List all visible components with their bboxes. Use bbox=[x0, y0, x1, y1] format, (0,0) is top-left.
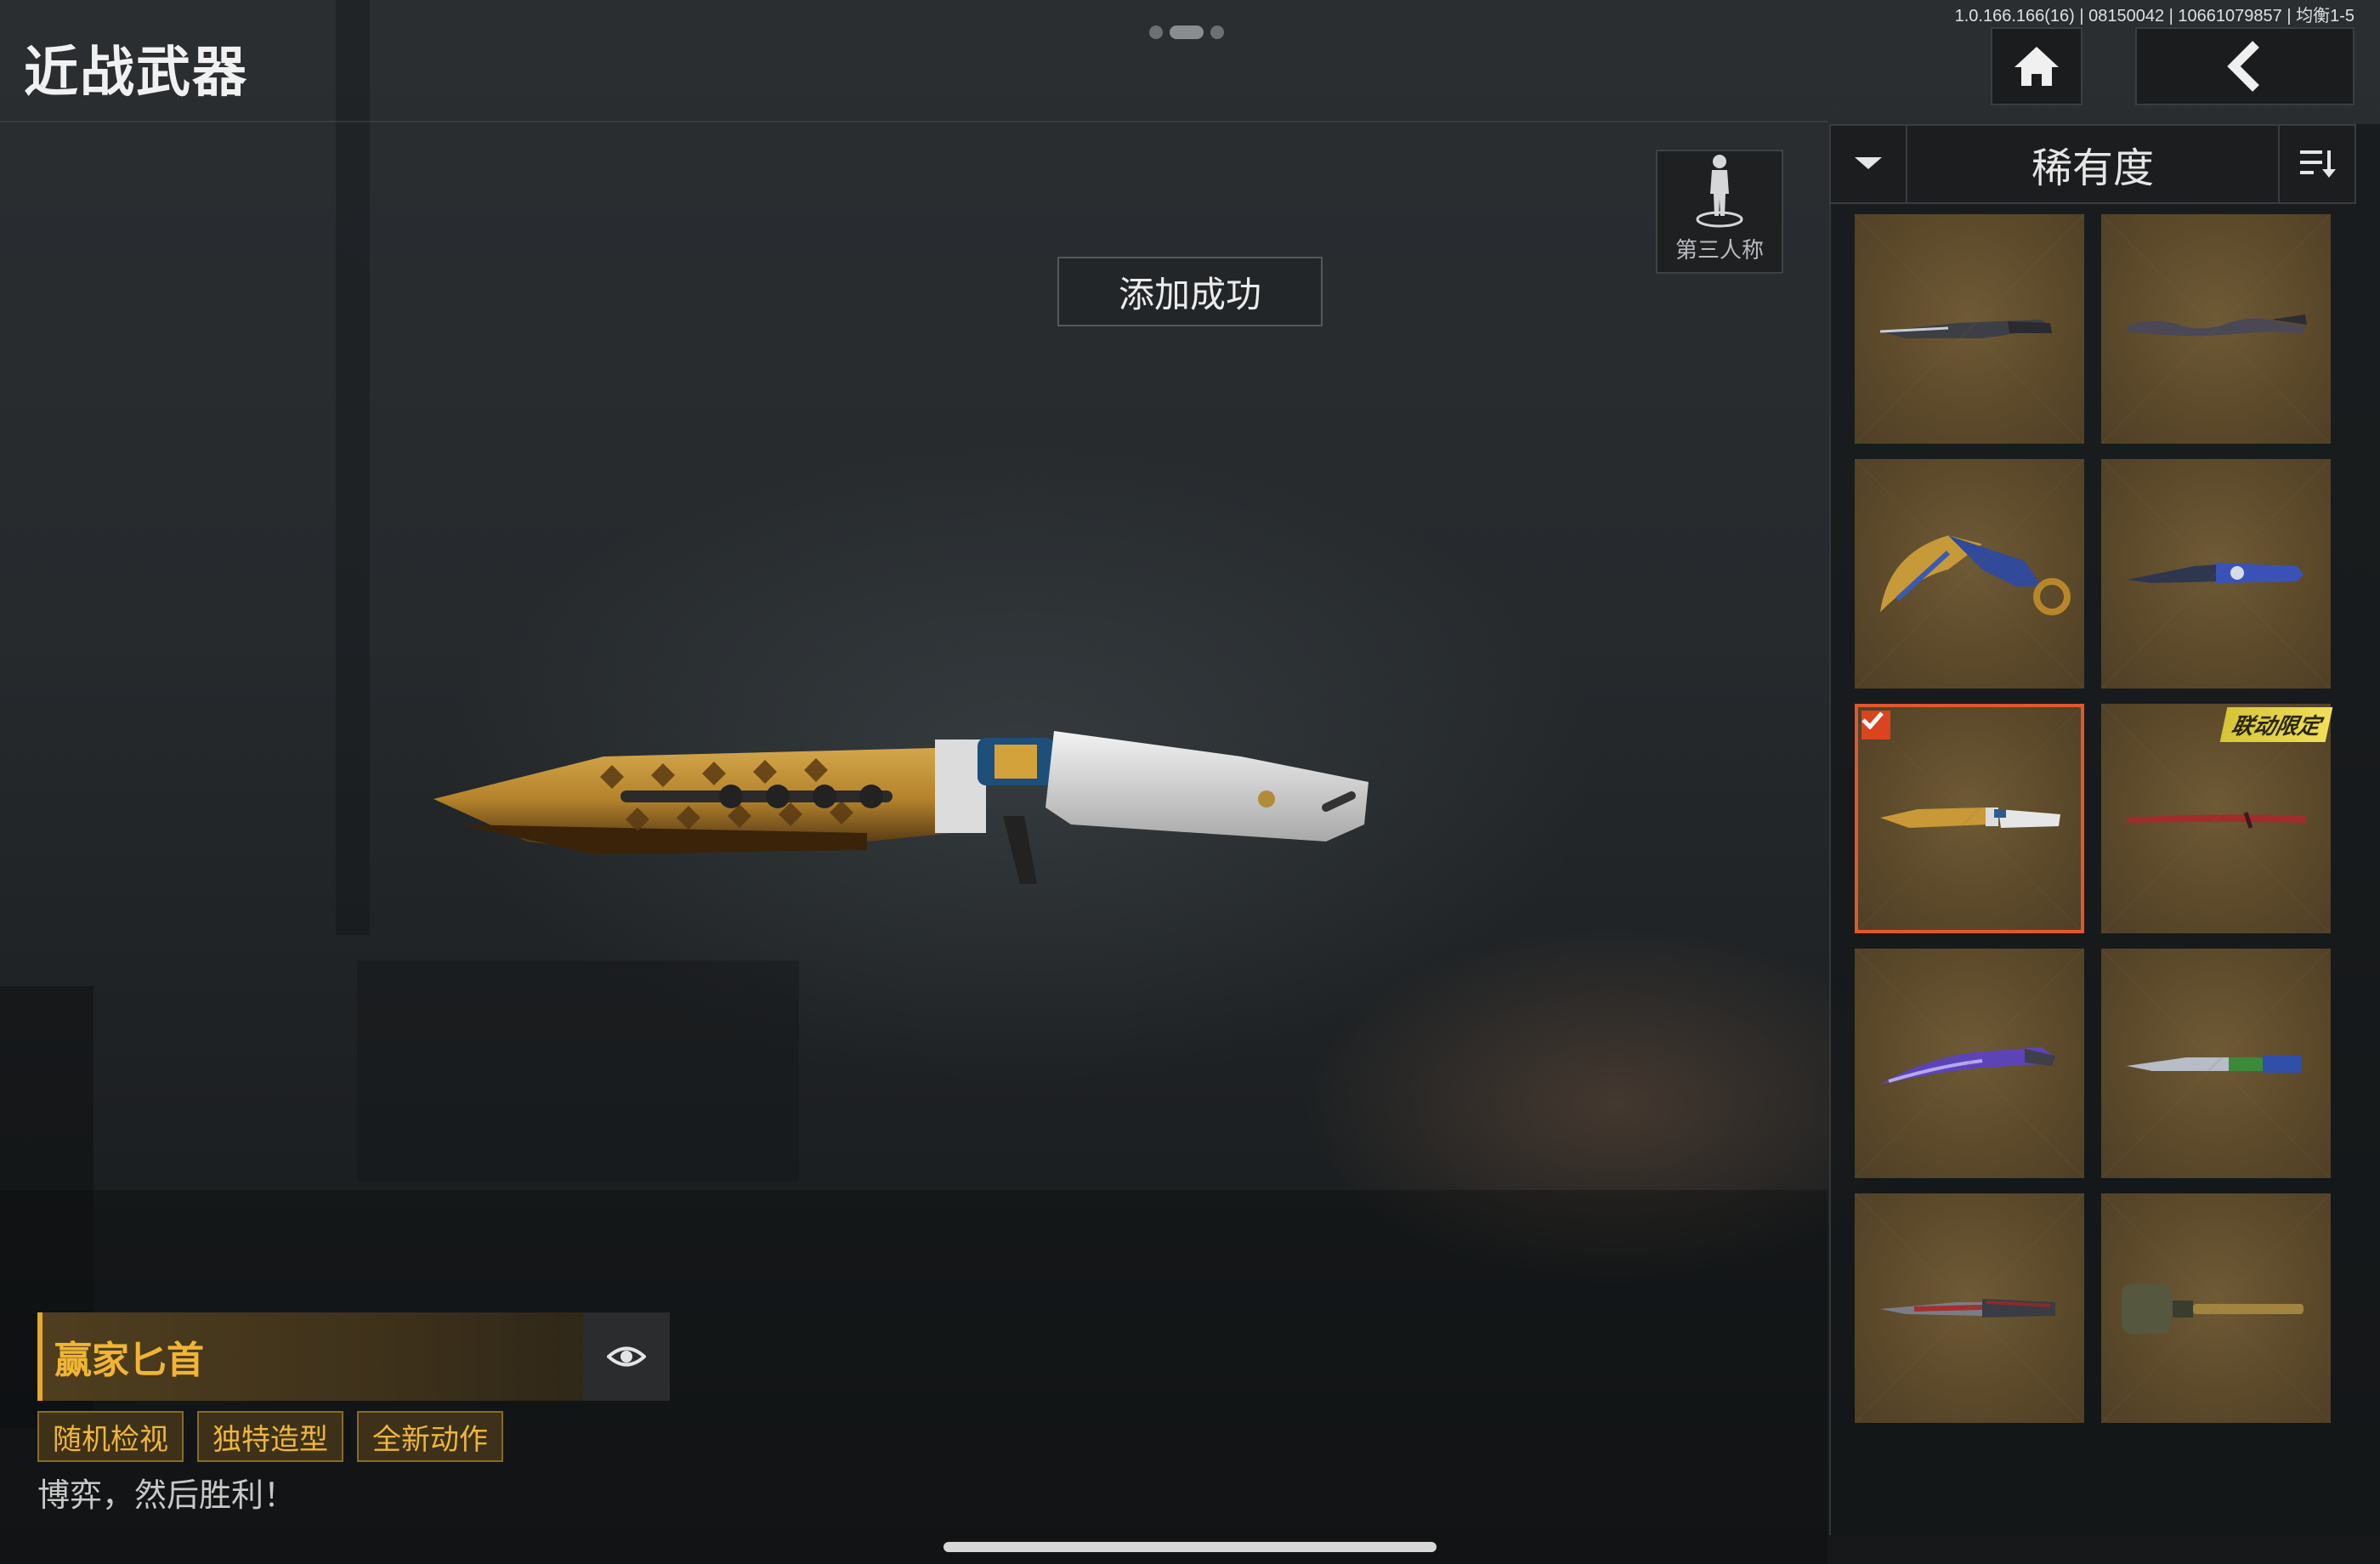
feature-tag: 独特造型 bbox=[197, 1411, 343, 1462]
scene-silhouette-pole bbox=[336, 0, 370, 935]
purple-curved-blade-icon bbox=[1880, 1047, 2055, 1085]
sort-dropdown-button[interactable] bbox=[1831, 126, 1907, 202]
weapon-slot-8[interactable] bbox=[2101, 949, 2331, 1178]
weapon-slot-1[interactable] bbox=[1855, 214, 2084, 444]
home-icon bbox=[2014, 47, 2059, 86]
blue-tactical-knife-icon bbox=[2127, 563, 2304, 583]
third-person-label: 第三人称 bbox=[1674, 238, 1764, 264]
weapon-slot-6[interactable]: 联动限定 bbox=[2101, 704, 2333, 933]
back-button[interactable] bbox=[2135, 27, 2354, 105]
red-bayonet-icon bbox=[1880, 1299, 2055, 1318]
shovel-icon bbox=[2122, 1284, 2304, 1334]
header-divider bbox=[0, 121, 1828, 122]
sort-order-button[interactable] bbox=[2278, 126, 2354, 202]
weapon-slot-5[interactable] bbox=[1855, 704, 2084, 933]
sort-label[interactable]: 稀有度 bbox=[1907, 134, 2278, 194]
eye-icon bbox=[607, 1346, 646, 1367]
featured-weapon-gold-dagger bbox=[434, 731, 1368, 884]
home-indicator-bar[interactable] bbox=[944, 1542, 1436, 1552]
selected-check-icon bbox=[1862, 711, 1890, 740]
scene-silhouette-crate bbox=[357, 960, 799, 1182]
third-person-toggle[interactable]: 第三人称 bbox=[1656, 150, 1783, 274]
sort-bar: 稀有度 bbox=[1829, 124, 2356, 204]
third-person-icon bbox=[1696, 155, 1743, 228]
weapon-slot-4[interactable] bbox=[2101, 459, 2331, 688]
preview-button[interactable] bbox=[583, 1312, 670, 1401]
weapon-slot-2[interactable] bbox=[2101, 214, 2331, 444]
weapon-slogan: 博弈，然后胜利！ bbox=[37, 1476, 297, 1514]
weapon-slot-7[interactable] bbox=[1855, 949, 2084, 1178]
chevron-left-icon bbox=[2227, 41, 2259, 92]
weapon-slot-10[interactable] bbox=[2101, 1193, 2331, 1423]
home-button[interactable] bbox=[1991, 27, 2082, 105]
page-title: 近战武器 bbox=[24, 42, 248, 105]
page-indicator bbox=[1149, 26, 1224, 39]
sort-order-icon bbox=[2300, 150, 2336, 178]
gold-karambit-icon bbox=[1880, 536, 2071, 615]
weapon-name: 赢家匕首 bbox=[54, 1339, 204, 1382]
weapon-name-bar: 赢家匕首 bbox=[37, 1312, 586, 1401]
weapon-slot-9[interactable] bbox=[1855, 1193, 2084, 1423]
add-success-toast: 添加成功 bbox=[1057, 257, 1323, 326]
serrated-dark-knife-icon bbox=[1879, 320, 2052, 338]
feature-tag: 随机检视 bbox=[37, 1411, 184, 1462]
collab-limited-badge: 联动限定 bbox=[2219, 707, 2333, 742]
gold-dagger-icon bbox=[1880, 808, 2060, 828]
chevron-down-icon bbox=[1855, 157, 1882, 169]
weapon-feature-tags: 随机检视 独特造型 全新动作 bbox=[37, 1411, 503, 1462]
feature-tag: 全新动作 bbox=[357, 1411, 503, 1462]
weapon-slot-3[interactable] bbox=[1855, 459, 2084, 688]
steel-combat-knife-icon bbox=[2127, 1056, 2302, 1073]
wavy-blade-knife-icon bbox=[2127, 314, 2307, 337]
version-info: 1.0.166.166(16) | 08150042 | 10661079857… bbox=[1954, 7, 2354, 26]
